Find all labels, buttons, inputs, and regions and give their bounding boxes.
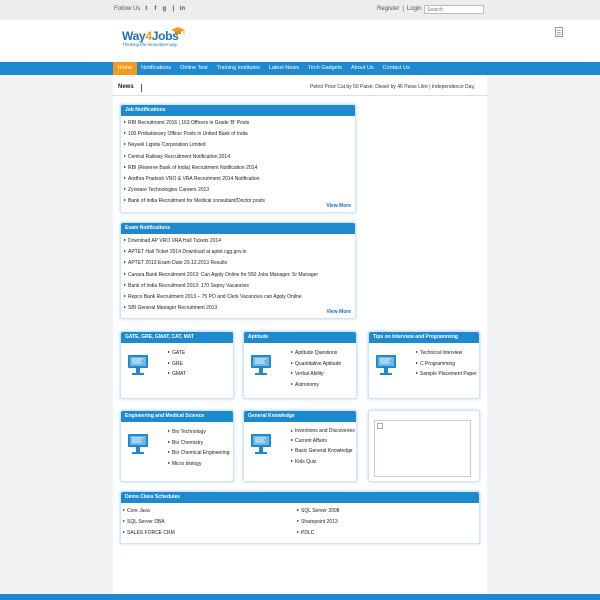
demo-item[interactable]: Core Java: [123, 508, 175, 514]
demo-class-title: Demo Class Schedules: [121, 492, 479, 503]
tips-item[interactable]: Sample Placement Paper: [416, 371, 477, 377]
gate-item[interactable]: GRE: [168, 361, 186, 367]
engineering-item[interactable]: Micro biology: [168, 461, 230, 467]
aptitude-item[interactable]: Quantitative Aptitude: [291, 361, 341, 367]
news-bar: News Petrol Price Cut by 50 Paise, Diese…: [113, 81, 487, 96]
engineering-item[interactable]: Bio Chemical Engineering: [168, 450, 230, 456]
demo-item[interactable]: PDLC: [297, 530, 339, 536]
logo-name-a: Way: [122, 29, 146, 43]
graduation-cap-icon: [171, 27, 185, 35]
demo-item[interactable]: SQL Server DBA: [123, 519, 175, 525]
job-notifications-title: Job Notifications: [121, 105, 355, 116]
gk-title: General Knowledge: [244, 411, 356, 422]
nav-contact-us[interactable]: Contact Us: [378, 62, 414, 75]
engineering-panel: Engineering and Medical Science Bio Tech…: [120, 410, 234, 482]
footer-bar: [0, 594, 600, 600]
news-divider: [141, 84, 142, 92]
nav-online-test[interactable]: Online Test: [176, 62, 212, 75]
nav-notifications[interactable]: Notifications: [137, 62, 176, 75]
nav-tech-gadgets[interactable]: Tech Gadgets: [304, 62, 347, 75]
nav-training-institutes[interactable]: Training Institutes: [212, 62, 264, 75]
exam-item[interactable]: SBI General Manager Recruitment 2013: [124, 305, 355, 311]
gk-item[interactable]: Kids Quiz: [291, 459, 357, 465]
exam-notifications-title: Exam Notifications: [121, 223, 355, 234]
news-label: News: [118, 84, 134, 90]
search-input[interactable]: [424, 5, 484, 14]
nav-latest-news[interactable]: Latest News: [264, 62, 303, 75]
job-item[interactable]: RBI (Reserve Bank of India) Recruitment …: [124, 165, 355, 171]
account-links: Register | Login: [377, 6, 422, 12]
gk-panel: General Knowledge Inventions and Discove…: [243, 410, 357, 482]
job-view-more-link[interactable]: View More: [326, 203, 351, 209]
demo-item[interactable]: SQL Server 2008: [297, 508, 339, 514]
job-item[interactable]: Andhra Pradesh VRO & VRA Recruitment 201…: [124, 176, 355, 182]
link-separator: |: [402, 6, 404, 12]
linkedin-icon[interactable]: in: [179, 6, 185, 12]
header: [0, 20, 600, 62]
follow-us-label: Follow Us: [114, 6, 141, 12]
job-item[interactable]: Zyxware Technologies Careers 2013: [124, 187, 355, 193]
exam-item[interactable]: APTET Hall Ticket 2014 Download at aptet…: [124, 249, 355, 255]
aptitude-title: Aptitude: [244, 332, 356, 343]
exam-view-more-link[interactable]: View More: [326, 309, 351, 315]
rss-icon[interactable]: ): [170, 6, 176, 12]
register-link[interactable]: Register: [377, 6, 399, 12]
tips-title: Tips on Interview and Programming: [369, 332, 479, 343]
facebook-icon[interactable]: f: [152, 6, 158, 12]
job-notifications-panel: Job Notifications RBI Recruitment 2016 |…: [120, 104, 356, 213]
exam-item[interactable]: Repco Bank Recruitment 2013 – 75 PO and …: [124, 294, 355, 300]
print-icon[interactable]: [555, 27, 563, 37]
gate-item[interactable]: GMAT: [168, 371, 186, 377]
main-nav: Home Notifications Online Test Training …: [113, 62, 414, 75]
gate-title: GATE, GRE, GMAT, CAT, MAT: [121, 332, 233, 343]
nav-about-us[interactable]: About Us: [346, 62, 378, 75]
job-item[interactable]: Central Railway Recruitment Notification…: [124, 154, 355, 160]
monitor-icon: [251, 434, 271, 454]
news-ticker[interactable]: Petrol Price Cut by 50 Paise, Diesel by …: [310, 84, 485, 90]
tips-item[interactable]: Technical Interview: [416, 350, 477, 356]
engineering-item[interactable]: Bio Technology: [168, 429, 230, 435]
monitor-icon: [376, 355, 396, 375]
gate-panel: GATE, GRE, GMAT, CAT, MAT GATE GRE GMAT: [120, 331, 234, 399]
gate-item[interactable]: GATE: [168, 350, 186, 356]
video-embed[interactable]: [374, 420, 471, 477]
aptitude-item[interactable]: Verbal Ability: [291, 371, 341, 377]
gk-item[interactable]: Basic General Knowledge: [291, 448, 357, 454]
login-link[interactable]: Login: [407, 6, 422, 12]
aptitude-panel: Aptitude Aptitude Questions Quantitative…: [243, 331, 357, 399]
monitor-icon: [128, 355, 148, 375]
engineering-item[interactable]: Bio Chemistry: [168, 440, 230, 446]
job-item[interactable]: Bank of India Recruitment for Medical co…: [124, 198, 355, 204]
tips-item[interactable]: C Programming: [416, 361, 477, 367]
monitor-icon: [251, 355, 271, 375]
exam-item[interactable]: Download AP VRO VRA Hall Tickets 2014: [124, 238, 355, 244]
exam-item[interactable]: APTET 2013 Exam Date 29.12.2013 Results: [124, 260, 355, 266]
job-item[interactable]: 100 Probationary Officer Posts in United…: [124, 131, 355, 137]
exam-item[interactable]: Canara Bank Recruitment 2013: Can Apply …: [124, 272, 355, 278]
exam-item[interactable]: Bank of India Recruitment 2013: 170 Sepo…: [124, 283, 355, 289]
gk-item[interactable]: Inventions and Discoveries: [291, 428, 357, 435]
monitor-icon: [128, 434, 148, 454]
aptitude-item[interactable]: Aptitude Questions: [291, 350, 341, 356]
exam-notifications-panel: Exam Notifications Download AP VRO VRA H…: [120, 222, 356, 319]
job-item[interactable]: RBI Recruitment 2016 | 163 Officers in G…: [124, 120, 355, 126]
gk-item[interactable]: Current Affairs: [291, 438, 357, 444]
nav-home[interactable]: Home: [113, 62, 137, 75]
demo-item[interactable]: SALES FORCE CRM: [123, 530, 175, 536]
engineering-title: Engineering and Medical Science: [121, 411, 233, 422]
tips-panel: Tips on Interview and Programming Techni…: [368, 331, 480, 399]
google-plus-icon[interactable]: g: [161, 6, 167, 12]
top-bar: [0, 0, 600, 21]
follow-us: Follow Us t f g ) in: [114, 6, 185, 12]
demo-class-panel: Demo Class Schedules Core Java SQL Serve…: [120, 491, 480, 544]
job-item[interactable]: Neyveli Lignite Corporation Limited: [124, 142, 355, 148]
aptitude-item[interactable]: Astronomy: [291, 382, 341, 388]
twitter-icon[interactable]: t: [143, 6, 149, 12]
logo-tagline: Thinking the innovative way: [122, 42, 178, 47]
demo-item[interactable]: Sharepoint 2013: [297, 519, 339, 525]
